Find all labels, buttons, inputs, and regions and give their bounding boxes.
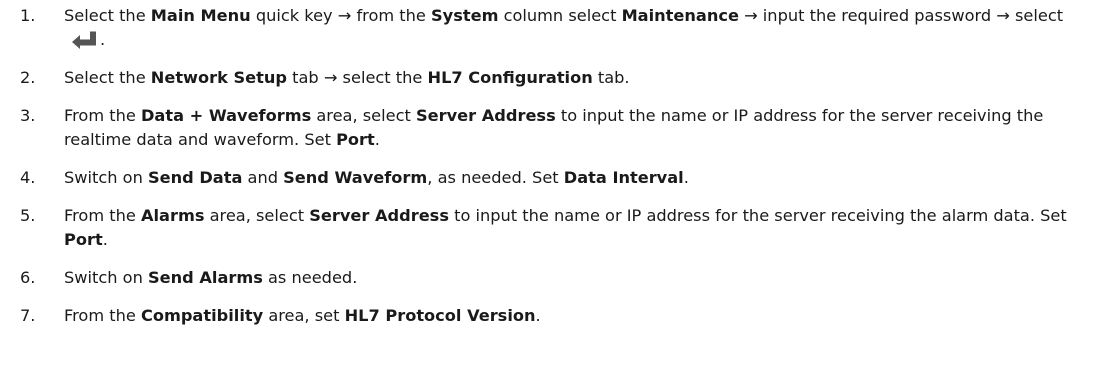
step-text: and bbox=[242, 168, 284, 187]
step-number: 7. bbox=[20, 306, 36, 325]
step-text: as needed. bbox=[262, 268, 358, 287]
step-text: quick key → from the bbox=[250, 6, 432, 25]
step-keyword: Data + Waveforms bbox=[140, 106, 312, 125]
step-keyword: Send Data bbox=[147, 168, 243, 187]
step-text: . bbox=[683, 168, 689, 187]
step-keyword: Server Address bbox=[416, 106, 556, 125]
step-keyword: Data Interval bbox=[563, 168, 684, 187]
step-number: 4. bbox=[20, 168, 36, 187]
step-keyword: Port bbox=[336, 130, 375, 149]
step-text: . bbox=[100, 30, 106, 49]
step-text: column select bbox=[498, 6, 622, 25]
step-text: → input the required password → select bbox=[738, 6, 1064, 25]
step-7: 7. From the Compatibility area, set HL7 … bbox=[0, 304, 1107, 328]
step-text: . bbox=[374, 130, 380, 149]
step-number: 5. bbox=[20, 206, 36, 225]
step-text: , as needed. Set bbox=[427, 168, 564, 187]
step-text: Switch on bbox=[64, 168, 148, 187]
step-number: 3. bbox=[20, 106, 36, 125]
step-keyword: Compatibility bbox=[140, 306, 264, 325]
step-text: area, set bbox=[263, 306, 345, 325]
step-keyword: Main Menu bbox=[150, 6, 251, 25]
step-4: 4. Switch on Send Data and Send Waveform… bbox=[0, 166, 1107, 190]
step-keyword: Send Alarms bbox=[147, 268, 263, 287]
step-text: area, select bbox=[204, 206, 310, 225]
step-keyword: HL7 Configuration bbox=[427, 68, 593, 87]
step-5: 5. From the Alarms area, select Server A… bbox=[0, 204, 1107, 252]
step-keyword: Maintenance bbox=[621, 6, 739, 25]
step-text: From the bbox=[64, 206, 141, 225]
step-number: 2. bbox=[20, 68, 36, 87]
procedure-steps: 1. Select the Main Menu quick key → from… bbox=[0, 0, 1107, 328]
step-text: From the bbox=[64, 106, 141, 125]
step-keyword: Network Setup bbox=[150, 68, 288, 87]
step-text: tab. bbox=[592, 68, 630, 87]
step-keyword: Alarms bbox=[140, 206, 205, 225]
enter-key-icon bbox=[70, 31, 100, 49]
step-number: 1. bbox=[20, 6, 36, 25]
step-text: area, select bbox=[311, 106, 416, 125]
step-3: 3. From the Data + Waveforms area, selec… bbox=[0, 104, 1107, 152]
step-1: 1. Select the Main Menu quick key → from… bbox=[0, 4, 1107, 52]
step-text: Select the bbox=[64, 68, 151, 87]
step-number: 6. bbox=[20, 268, 36, 287]
step-keyword: System bbox=[431, 6, 499, 25]
step-6: 6. Switch on Send Alarms as needed. bbox=[0, 266, 1107, 290]
step-keyword: HL7 Protocol Version bbox=[344, 306, 536, 325]
step-2: 2. Select the Network Setup tab → select… bbox=[0, 66, 1107, 90]
step-text: to input the name or IP address for the … bbox=[448, 206, 1067, 225]
step-text: Switch on bbox=[64, 268, 148, 287]
step-text: Select the bbox=[64, 6, 151, 25]
step-text: . bbox=[102, 230, 108, 249]
step-text: From the bbox=[64, 306, 141, 325]
step-text: . bbox=[535, 306, 541, 325]
step-keyword: Port bbox=[64, 230, 103, 249]
step-keyword: Server Address bbox=[309, 206, 449, 225]
step-text: tab → select the bbox=[287, 68, 428, 87]
step-keyword: Send Waveform bbox=[283, 168, 428, 187]
